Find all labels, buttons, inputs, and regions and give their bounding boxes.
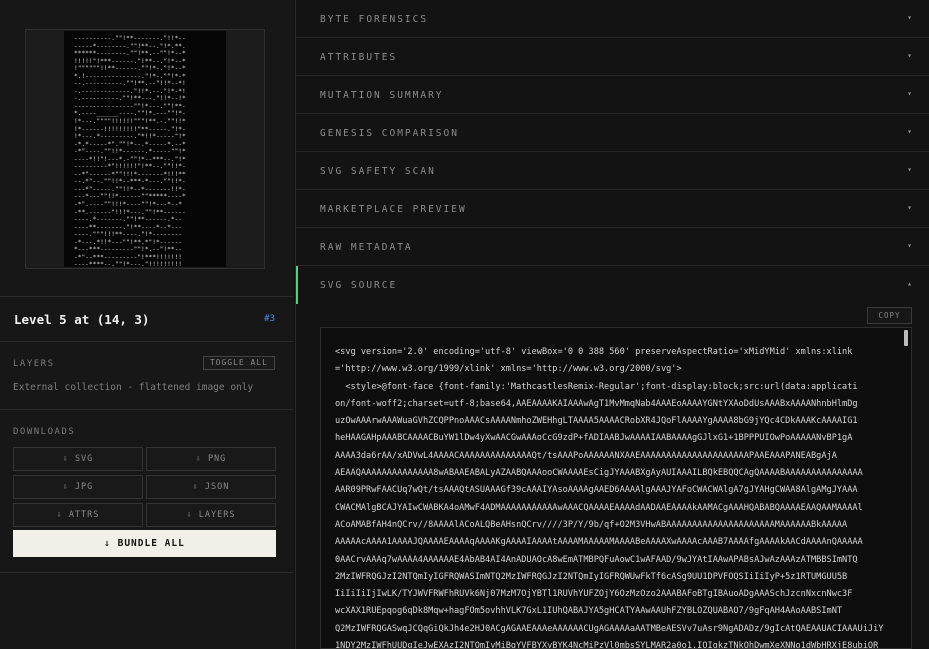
code-line: Q2MzIWFRQGASwqJCQqGiQkJh4e2HJ0ACgAGAAEAA… [335, 623, 884, 634]
ascii-art-line: ----**-------."!**----*--*--- [74, 223, 183, 231]
ascii-art-line: !*---.""""!!!!!!"""!**.-.""!!* [74, 118, 186, 126]
chevron-down-icon: ▾ [907, 13, 912, 22]
download-attrs-button[interactable]: ⇩ ATTRS [13, 503, 143, 527]
layers-info-text: External collection - flattened image on… [13, 382, 254, 393]
ascii-art-line: *.!---------------."!*-.""!*-* [74, 72, 186, 80]
layers-label: LAYERS [13, 359, 55, 369]
accordion-label: BYTE FORENSICS [320, 14, 429, 25]
code-line: on/font-woff2;charset=utf-8;base64,AAEAA… [335, 398, 858, 409]
code-line: AAAAAcAAAA1AAAAJQAAAAEAAAAqAAAAKgAAAAIAA… [335, 537, 863, 548]
code-line: <svg version='2.0' encoding='utf-8' view… [335, 347, 853, 357]
ascii-art-line: ----****--.""!*---."!!!!!!!!! [74, 261, 183, 267]
ascii-art-line: ******--------.""!**.--""!*--* [74, 50, 186, 58]
ascii-art-line: -*.*-----*".""!*--.*-----*.--* [74, 140, 186, 148]
ascii-art-line: !*---.*---------."*!!*-----"!* [74, 133, 186, 141]
accordion-label: MUTATION SUMMARY [320, 90, 444, 101]
ascii-art-line: !*------!!!!!!!!!"**-----."!*- [74, 125, 186, 133]
scrollbar-thumb[interactable] [904, 330, 908, 346]
code-line: AAR09PRwFAACUq7wQt/tsAAAQtASUAAAGf39cAAA… [335, 485, 858, 496]
ascii-art-line: -.----------.""!**---."!!*--!* [74, 95, 186, 103]
downloads-label: DOWNLOADS [13, 427, 76, 437]
ascii-art-line: -*".----""!!!*----""!*---*--* [74, 201, 183, 209]
ascii-art-line: *---***---------""!*.--"!**-- [74, 246, 183, 254]
accordion-label: MARKETPLACE PREVIEW [320, 204, 467, 215]
code-line: AEAAQAAAAAAAAAAAAAA8wABAAEABALyAZAABQAAA… [335, 468, 863, 479]
accordion-label: RAW METADATA [320, 242, 413, 253]
accordion-marketplace-preview[interactable]: MARKETPLACE PREVIEW ▾ [296, 190, 929, 228]
ascii-art-line: ----------------""!*---.""!**- [74, 102, 186, 110]
ascii-art-line: -----*--------.""!**--."!*.**. [74, 42, 186, 50]
code-line: <style>@font-face {font-family:'Mathcast… [335, 381, 858, 392]
artwork-preview-image: ----------.""!**-------."!!*-- -----*----… [64, 31, 226, 267]
accordion-attributes[interactable]: ATTRIBUTES ▾ [296, 38, 929, 76]
svg-source-code-box[interactable]: <svg version='2.0' encoding='utf-8' view… [320, 327, 912, 649]
accordion-label: SVG SOURCE [320, 280, 398, 291]
code-line: 2MzIWFRQGJzI2NTQmIyIGFRQWASImNTQ2MzIWFRQ… [335, 571, 848, 582]
ascii-art-line: --*"------*""!!!*-------*!!!** [74, 170, 186, 178]
accordion-svg-safety-scan[interactable]: SVG SAFETY SCAN ▾ [296, 152, 929, 190]
ascii-art-line: !""""""!!**------.""!*-."!*--* [74, 65, 186, 73]
code-line: wcXAX1RUEpqog6qDk8Mqw+hagFOm5ovhhVLK7GxL… [335, 606, 843, 617]
level-header: Level 5 at (14, 3) #3 [0, 298, 293, 342]
ascii-art-line: -**.------"!!!*---.""!**------ [74, 208, 186, 216]
level-title: Level 5 at (14, 3) [14, 312, 150, 327]
ascii-art-line: !!!!!"!***------."!**--."!*--* [74, 57, 186, 65]
copy-button[interactable]: COPY [867, 307, 912, 324]
accordion-label: ATTRIBUTES [320, 52, 398, 63]
ascii-art-line: *.----______----.""!*.---""!*- [74, 110, 186, 118]
download-jpg-button[interactable]: ⇩ JPG [13, 475, 143, 499]
left-panel: ----------.""!**-------."!!*-- -----*----… [0, 0, 293, 649]
accordion-label: GENESIS COMPARISON [320, 128, 459, 139]
ascii-art-line: ----------.""!**-------."!!*-- [74, 35, 186, 42]
accordion-svg-source[interactable]: SVG SOURCE ▴ [296, 266, 929, 304]
ascii-art-line: ---*---""!!*------""*****----* [74, 193, 186, 201]
ascii-art-line: -*---.*!!*---""!**.*"!*------ [74, 238, 183, 246]
chevron-down-icon: ▾ [907, 51, 912, 60]
token-id-badge[interactable]: #3 [264, 314, 275, 324]
ascii-artwork: ----------.""!**-------."!!*-- -----*----… [74, 35, 186, 267]
chevron-down-icon: ▾ [907, 127, 912, 136]
toggle-all-button[interactable]: TOGGLE ALL [202, 356, 275, 370]
ascii-art-line: ----.*-------.""!**------.*-- [74, 216, 183, 224]
chevron-up-icon: ▴ [907, 279, 912, 288]
right-panel: BYTE FORENSICS ▾ ATTRIBUTES ▾ MUTATION S… [295, 0, 929, 649]
ascii-art-line: --.----------.""!**.--"!!*--*! [74, 80, 186, 88]
ascii-art-line: -.-------------."!!*.--."!*-*! [74, 87, 186, 95]
ascii-art-line: ---------*"!!!!!!"!**--.""!!*- [74, 163, 186, 171]
code-line: AAAA3da6rAA/xADVwL4AAAACAAAAAAAAAAAAAAQt… [335, 450, 837, 461]
code-line: 1NDY2MzIWFhUUDgIeJwEXAzI2NTQmIyMiBgYVFBY… [335, 641, 879, 649]
ascii-art-line: -*"----.""!!*------.*-----""!* [74, 148, 186, 156]
code-line: uzOwAAArwAAAWuaGVhZCQPPnoAAACsAAAANmhoZW… [335, 416, 858, 427]
bundle-all-button[interactable]: ⇓ BUNDLE ALL [13, 530, 276, 557]
code-line: 0AACrvAAAq7wAAAA4AAAAAAE4AbAB4AI4AnADUAO… [335, 554, 858, 565]
accordion-genesis-comparison[interactable]: GENESIS COMPARISON ▾ [296, 114, 929, 152]
preview-area: ----------.""!**-------."!!*-- -----*----… [0, 0, 293, 297]
layers-section: LAYERS TOGGLE ALL External collection - … [0, 343, 293, 410]
ascii-art-line: ----."""!!!**----."!*-------- [74, 231, 183, 239]
code-line: ='http://www.w3.org/1999/xlink' xmlns='h… [335, 364, 682, 375]
ascii-art-line: ---*"-----.""!!*--*-------!!*- [74, 185, 186, 193]
ascii-art-line: ----*!!"!---*.-""!*--***--."!* [74, 155, 186, 163]
code-line: heHAAGAHpAAABCAAAACBuYW1lDw4yXwAACGwAAAo… [335, 433, 853, 444]
svg-source-code: <svg version='2.0' encoding='utf-8' view… [335, 344, 901, 649]
download-layers-button[interactable]: ⇩ LAYERS [146, 503, 276, 527]
accordion-label: SVG SAFETY SCAN [320, 166, 436, 177]
downloads-section: DOWNLOADS ⇩ SVG ⇩ PNG ⇩ JPG ⇩ JSON ⇩ ATT… [0, 411, 293, 573]
accordion-byte-forensics[interactable]: BYTE FORENSICS ▾ [296, 0, 929, 38]
chevron-down-icon: ▾ [907, 241, 912, 250]
chevron-down-icon: ▾ [907, 89, 912, 98]
accordion-mutation-summary[interactable]: MUTATION SUMMARY ▾ [296, 76, 929, 114]
download-png-button[interactable]: ⇩ PNG [146, 447, 276, 471]
chevron-down-icon: ▾ [907, 203, 912, 212]
code-line: IiIiIiIjIwLK/TYJWVFRWFhRUVk6Nj07MzM7OjYB… [335, 589, 853, 600]
artwork-preview-frame: ----------.""!**-------."!!*-- -----*----… [25, 29, 265, 269]
download-json-button[interactable]: ⇩ JSON [146, 475, 276, 499]
ascii-art-line: --.*"--.""!!*--***-*---.""!!*- [74, 178, 186, 186]
download-svg-button[interactable]: ⇩ SVG [13, 447, 143, 471]
ascii-art-line: -*"--***---------"!***!!!!!!! [74, 253, 183, 261]
code-line: ACoAMABfAH4nQCrv//8AAAAlACoALQBeAHsnQCrv… [335, 519, 848, 530]
accordion-raw-metadata[interactable]: RAW METADATA ▾ [296, 228, 929, 266]
chevron-down-icon: ▾ [907, 165, 912, 174]
code-line: CWACMAlgBCAJYAIwCWABKA4oAMwF4ADMAAAAAAAA… [335, 502, 863, 513]
